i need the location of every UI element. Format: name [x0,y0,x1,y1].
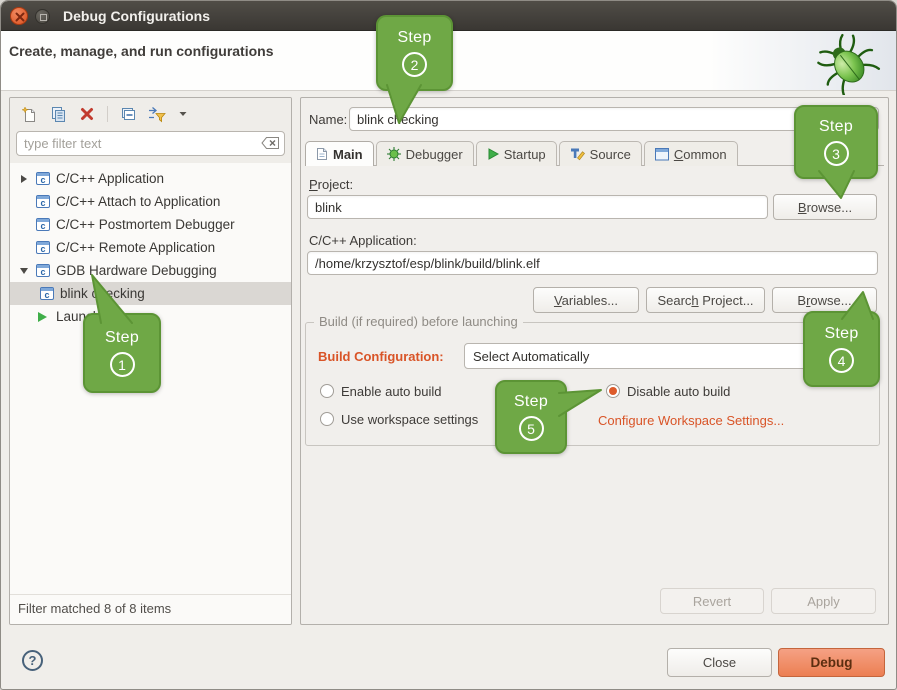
startup-tab-icon [487,148,499,160]
help-button[interactable]: ? [22,650,43,671]
toolbar-separator [107,106,108,122]
step-3-number: 3 [824,141,849,166]
enable-auto-build-label: Enable auto build [341,384,441,399]
expand-collapsed-icon[interactable] [21,175,27,183]
name-label: Name: [309,112,347,127]
filter-launch-configurations-button[interactable] [148,105,166,123]
tab-startup[interactable]: Startup [476,141,557,166]
window-title: Debug Configurations [63,1,210,31]
filter-input[interactable] [16,131,285,156]
revert-button[interactable]: Revert [660,588,764,614]
tab-main[interactable]: Main [305,141,374,166]
search-project-button[interactable]: Search Project... [646,287,765,313]
c-application-icon: c [36,195,50,208]
project-browse-button[interactable]: Browse... [773,194,877,220]
duplicate-icon [50,106,67,123]
collapse-all-icon [120,106,137,123]
project-input[interactable] [307,195,768,219]
banner-heading: Create, manage, and run configurations [9,43,274,59]
step-2-callout: Step 2 [376,15,453,91]
close-button[interactable]: Close [667,648,772,677]
build-before-launch-group: Build (if required) before launching Bui… [305,322,880,446]
step-1-number: 1 [110,352,135,377]
c-application-icon: c [36,218,50,231]
application-input[interactable] [307,251,878,275]
apply-button[interactable]: Apply [771,588,876,614]
debug-configurations-dialog: Debug Configurations Create, manage, and… [0,0,897,690]
c-application-icon: c [40,287,54,300]
step-4-number: 4 [829,348,854,373]
bug-icon [806,29,886,95]
step-5-callout: Step 5 [495,380,567,454]
configurations-toolbar [16,103,285,125]
application-label: C/C++ Application: [309,233,417,248]
tab-source[interactable]: Source [559,141,642,166]
tab-debugger[interactable]: Debugger [376,141,474,166]
step-2-number: 2 [402,52,427,77]
main-tab-icon [316,147,328,161]
c-application-icon: c [36,172,50,185]
configure-workspace-settings-link[interactable]: Configure Workspace Settings... [598,413,784,428]
delete-configuration-button[interactable] [78,105,96,123]
project-label: Project: [309,177,353,192]
common-tab-icon [655,148,669,161]
build-group-title: Build (if required) before launching [314,314,523,329]
build-configuration-label: Build Configuration: [318,349,444,364]
use-workspace-settings-label: Use workspace settings [341,412,478,427]
tab-common[interactable]: Common [644,141,738,166]
duplicate-configuration-button[interactable] [49,105,67,123]
expand-expanded-icon[interactable] [20,268,28,274]
help-icon: ? [29,653,37,668]
new-configuration-button[interactable] [20,105,38,123]
tree-item-blink-checking[interactable]: c blink checking [10,282,291,305]
step-5-number: 5 [519,416,544,441]
disable-auto-build-label: Disable auto build [627,384,730,399]
tree-item-gdb-hardware-debugging[interactable]: c GDB Hardware Debugging [10,259,291,282]
tree-item-cpp-postmortem[interactable]: c C/C++ Postmortem Debugger [10,213,291,236]
filter-icon [148,106,166,123]
disable-auto-build-radio[interactable] [606,384,620,398]
build-configuration-value: Select Automatically [473,349,589,364]
debugger-tab-icon [387,147,401,161]
filter-status-text: Filter matched 8 of 8 items [10,594,291,624]
window-restore-button[interactable] [35,9,50,24]
collapse-all-button[interactable] [119,105,137,123]
tree-item-cpp-application[interactable]: c C/C++ Application [10,167,291,190]
clear-filter-button[interactable] [261,136,280,154]
enable-auto-build-radio[interactable] [320,384,334,398]
application-browse-button[interactable]: Browse... [772,287,877,313]
use-workspace-settings-radio[interactable] [320,412,334,426]
tree-item-cpp-remote[interactable]: c C/C++ Remote Application [10,236,291,259]
toolbar-menu-caret[interactable] [177,105,189,123]
debug-button[interactable]: Debug [778,648,885,677]
variables-button[interactable]: Variables... [533,287,639,313]
c-application-icon: c [36,264,50,277]
tree-item-cpp-attach[interactable]: c C/C++ Attach to Application [10,190,291,213]
source-tab-icon [570,147,585,161]
window-close-button[interactable] [10,7,28,25]
chevron-down-icon [178,110,188,118]
launch-group-icon [38,312,47,322]
step-4-callout: Step 4 [803,311,880,387]
backspace-icon [261,136,280,151]
c-application-icon: c [36,241,50,254]
left-panel-header [10,98,291,163]
delete-icon [79,106,95,122]
close-icon [14,11,26,23]
new-configuration-icon [21,106,38,123]
step-1-callout: Step 1 [83,313,161,393]
step-3-callout: Step 3 [794,105,878,179]
